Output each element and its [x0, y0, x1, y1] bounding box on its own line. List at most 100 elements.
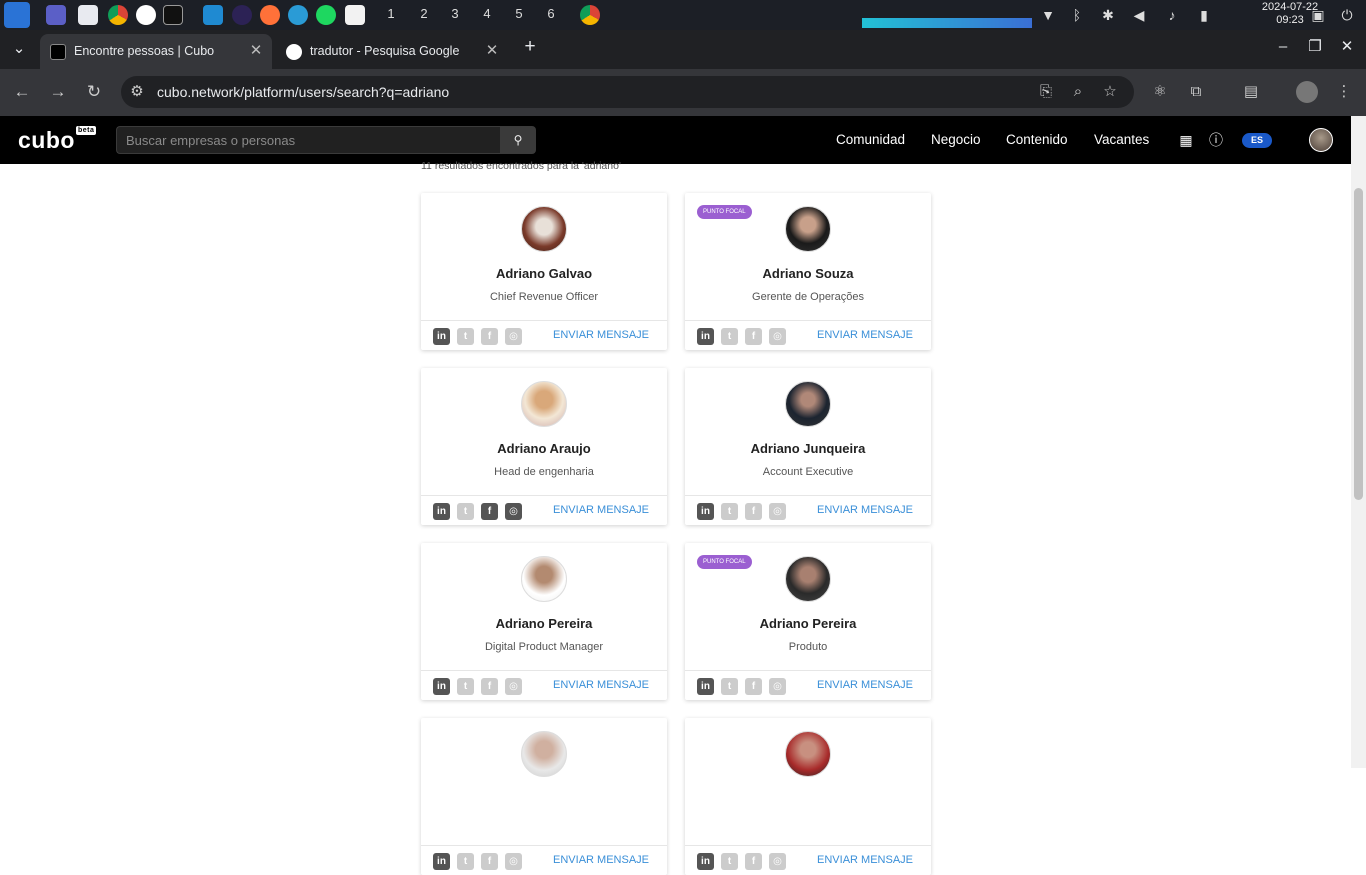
- instagram-icon[interactable]: ◎: [769, 328, 786, 345]
- volume-icon[interactable]: ◀: [1130, 6, 1148, 24]
- spotify-icon[interactable]: [316, 5, 336, 25]
- nav-contenido[interactable]: Contenido: [1006, 132, 1068, 147]
- person-avatar[interactable]: [521, 731, 567, 777]
- linkedin-icon[interactable]: in: [697, 328, 714, 345]
- search-input[interactable]: [116, 126, 500, 154]
- twitter-icon[interactable]: t: [457, 328, 474, 345]
- person-avatar[interactable]: [521, 381, 567, 427]
- linkedin-icon[interactable]: in: [697, 503, 714, 520]
- nav-negocio[interactable]: Negocio: [931, 132, 981, 147]
- person-avatar[interactable]: [785, 731, 831, 777]
- linkedin-icon[interactable]: in: [697, 853, 714, 870]
- bookmark-star-icon[interactable]: ☆: [1099, 81, 1121, 103]
- linkedin-icon[interactable]: in: [697, 678, 714, 695]
- site-info-icon[interactable]: ⚙: [126, 81, 148, 103]
- search-button[interactable]: ⚲: [500, 126, 536, 154]
- workspace-2[interactable]: 2: [413, 5, 435, 25]
- reload-icon[interactable]: ↻: [82, 81, 106, 103]
- twitter-icon[interactable]: t: [721, 853, 738, 870]
- profile-icon[interactable]: [1296, 81, 1318, 103]
- workspace-4[interactable]: 4: [476, 5, 498, 25]
- forward-icon[interactable]: →: [46, 81, 70, 103]
- send-message-button[interactable]: ENVIAR MENSAJE: [553, 679, 649, 691]
- send-message-button[interactable]: ENVIAR MENSAJE: [817, 329, 913, 341]
- tab-cubo[interactable]: Encontre pessoas | Cubo ✕: [40, 34, 272, 69]
- instagram-icon[interactable]: ◎: [505, 503, 522, 520]
- twitter-icon[interactable]: t: [457, 503, 474, 520]
- person-name[interactable]: Adriano Souza: [685, 266, 931, 281]
- instagram-icon[interactable]: ◎: [505, 328, 522, 345]
- twitter-icon[interactable]: t: [721, 503, 738, 520]
- launcher-icon[interactable]: [4, 2, 30, 28]
- facebook-icon[interactable]: f: [481, 853, 498, 870]
- help-icon[interactable]: ⓘ: [1207, 131, 1225, 149]
- close-window-icon[interactable]: ✕: [1334, 36, 1360, 58]
- scrollbar-thumb[interactable]: [1354, 188, 1363, 500]
- facebook-icon[interactable]: f: [745, 678, 762, 695]
- person-name[interactable]: Adriano Galvao: [421, 266, 667, 281]
- nav-comunidad[interactable]: Comunidad: [836, 132, 905, 147]
- instagram-icon[interactable]: ◎: [769, 678, 786, 695]
- apps-grid-icon[interactable]: ▦: [1177, 131, 1195, 149]
- language-badge[interactable]: ES: [1242, 133, 1272, 148]
- lock-icon[interactable]: ▣: [1309, 6, 1327, 24]
- eclipse-icon[interactable]: [232, 5, 252, 25]
- tab-search-icon[interactable]: ⌄: [6, 38, 32, 60]
- workspace-5[interactable]: 5: [508, 5, 530, 25]
- send-message-button[interactable]: ENVIAR MENSAJE: [817, 504, 913, 516]
- person-name[interactable]: Adriano Pereira: [421, 616, 667, 631]
- reading-list-icon[interactable]: ▤: [1240, 81, 1262, 103]
- facebook-icon[interactable]: f: [745, 503, 762, 520]
- vscode-icon[interactable]: [203, 5, 223, 25]
- twitter-icon[interactable]: t: [457, 678, 474, 695]
- instagram-icon[interactable]: ◎: [769, 853, 786, 870]
- wifi-icon[interactable]: ▼: [1039, 6, 1057, 24]
- person-card[interactable]: PUNTO FOCAL Adriano Pereira Produto in t f ◎ EN…: [685, 543, 931, 700]
- react-devtools-icon[interactable]: ⚛: [1149, 81, 1171, 103]
- zoom-icon[interactable]: ⌕: [1067, 81, 1089, 103]
- close-tab-icon[interactable]: ✕: [482, 41, 502, 61]
- facebook-icon[interactable]: f: [481, 503, 498, 520]
- send-message-button[interactable]: ENVIAR MENSAJE: [817, 679, 913, 691]
- instagram-icon[interactable]: ◎: [505, 678, 522, 695]
- extensions-icon[interactable]: ⧉: [1185, 81, 1207, 103]
- url-text[interactable]: cubo.network/platform/users/search?q=adr…: [157, 84, 449, 100]
- person-card[interactable]: Adriano Araujo Head de engenharia in t f ◎ ENV…: [421, 368, 667, 525]
- instagram-icon[interactable]: ◎: [505, 853, 522, 870]
- facebook-icon[interactable]: f: [481, 328, 498, 345]
- person-name[interactable]: Adriano Junqueira: [685, 441, 931, 456]
- linkedin-icon[interactable]: in: [433, 853, 450, 870]
- person-card[interactable]: in t f ◎ ENVIAR MENSAJE: [421, 718, 667, 875]
- workspace-app-icon[interactable]: [46, 5, 66, 25]
- workspace-6[interactable]: 6: [540, 5, 562, 25]
- person-card[interactable]: Adriano Pereira Digital Product Manager in…: [421, 543, 667, 700]
- files-icon[interactable]: [78, 5, 98, 25]
- person-avatar[interactable]: [521, 206, 567, 252]
- minimize-icon[interactable]: –: [1270, 36, 1296, 58]
- install-app-icon[interactable]: ⎘: [1035, 81, 1057, 103]
- cubo-logo[interactable]: cubo beta: [18, 126, 97, 154]
- chrome-window-icon[interactable]: [580, 5, 600, 25]
- send-message-button[interactable]: ENVIAR MENSAJE: [817, 854, 913, 866]
- linkedin-icon[interactable]: in: [433, 503, 450, 520]
- terminal-icon[interactable]: [163, 5, 183, 25]
- twitter-icon[interactable]: t: [457, 853, 474, 870]
- close-tab-icon[interactable]: ✕: [246, 41, 266, 61]
- bluetooth-icon[interactable]: ᛒ: [1068, 6, 1086, 24]
- browser-menu-icon[interactable]: ⋮: [1333, 81, 1355, 103]
- facebook-icon[interactable]: f: [481, 678, 498, 695]
- person-avatar[interactable]: [521, 556, 567, 602]
- twitter-icon[interactable]: t: [721, 678, 738, 695]
- workspace-1[interactable]: 1: [380, 5, 402, 25]
- send-message-button[interactable]: ENVIAR MENSAJE: [553, 854, 649, 866]
- person-avatar[interactable]: [785, 556, 831, 602]
- restore-icon[interactable]: ❐: [1302, 36, 1328, 58]
- facebook-icon[interactable]: f: [745, 328, 762, 345]
- person-name[interactable]: Adriano Pereira: [685, 616, 931, 631]
- person-card[interactable]: PUNTO FOCAL Adriano Souza Gerente de Opera…: [685, 193, 931, 350]
- power-icon[interactable]: ⏻: [1338, 6, 1356, 24]
- new-tab-icon[interactable]: +: [517, 36, 543, 58]
- notification-bell-icon[interactable]: ♪: [1163, 6, 1181, 24]
- person-card[interactable]: Adriano Junqueira Account Executive in t f ◎ E…: [685, 368, 931, 525]
- slack-icon[interactable]: [136, 5, 156, 25]
